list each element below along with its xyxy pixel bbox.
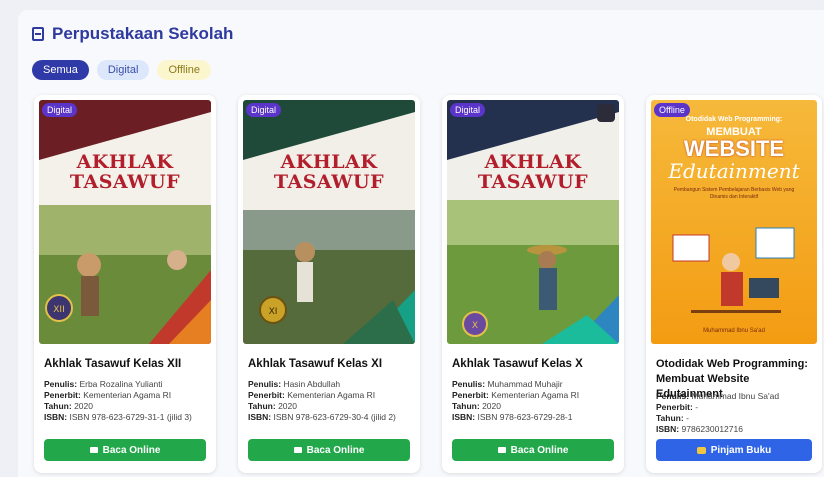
book-card[interactable]: Digital X AKHLAK TASAWUF Akhlak Tasawuf … [442,95,624,473]
page-title-text: Perpustakaan Sekolah [52,24,234,43]
cover-grade: XI [269,307,278,317]
cover-art: XI [243,100,415,344]
cover-grade: XII [53,305,64,315]
book-open-icon [89,447,98,453]
book-meta: Penulis: Hasin Abdullah Penerbit: Kement… [248,379,396,422]
borrow-icon [696,446,706,454]
book-cover[interactable]: Offline Otodidak Web Programming: MEMBUA… [651,100,817,344]
filter-offline[interactable]: Offline [157,60,212,80]
book-open-icon [497,447,506,453]
cover-art [672,227,795,313]
cover-title: AKHLAK TASAWUF [69,151,181,193]
filter-bar: Semua Digital Offline [32,60,212,80]
borrow-book-button[interactable]: Pinjam Buku [656,439,812,461]
read-online-button[interactable]: Baca Online [44,439,206,461]
read-online-button[interactable]: Baca Online [248,439,410,461]
book-cover[interactable]: Digital XII AKHLAK TASAWUF [39,100,211,344]
cover-art: XII [39,100,211,344]
library-panel: Perpustakaan Sekolah Semua Digital Offli… [18,10,824,477]
book-title: Akhlak Tasawuf Kelas XII [44,358,182,370]
book-open-icon [293,447,302,453]
cover-title: AKHLAK TASAWUF [477,151,589,193]
book-cover[interactable]: Digital XI AKHLAK TASAWUF [243,100,415,344]
bookmark-icon[interactable] [597,104,615,122]
book-meta: Penulis: Erba Rozalina Yulianti Penerbit… [44,379,192,422]
read-online-button[interactable]: Baca Online [452,439,614,461]
page-title: Perpustakaan Sekolah [32,24,233,44]
filter-digital[interactable]: Digital [96,60,150,80]
book-card[interactable]: Offline Otodidak Web Programming: MEMBUA… [646,95,822,473]
cover-art: X [447,100,619,344]
filter-semua[interactable]: Semua [32,60,89,80]
book-cover[interactable]: Digital X AKHLAK TASAWUF [447,100,619,344]
book-card[interactable]: Digital XII AKHLAK TASAWUF Akhlak Tasawu… [34,95,216,473]
book-card[interactable]: Digital XI AKHLAK TASAWUF Akhlak Tasawuf… [238,95,420,473]
book-meta: Penulis: Muhammad Muhajir Penerbit: Keme… [452,379,580,422]
cover-author: Muhammad Ibnu Sa'ad [703,328,765,334]
book-meta: Penulis: Muhammad Ibnu Sa'ad Penerbit: -… [656,391,780,434]
book-title: Akhlak Tasawuf Kelas X [452,358,583,370]
digital-badge: Digital [42,103,78,117]
cover-title: AKHLAK TASAWUF [273,151,385,193]
cover-grade: X [472,321,478,331]
book-icon [32,27,44,41]
digital-badge: Digital [450,103,486,117]
digital-badge: Digital [246,103,282,117]
book-title: Akhlak Tasawuf Kelas XI [248,358,383,370]
offline-badge: Offline [654,103,690,117]
